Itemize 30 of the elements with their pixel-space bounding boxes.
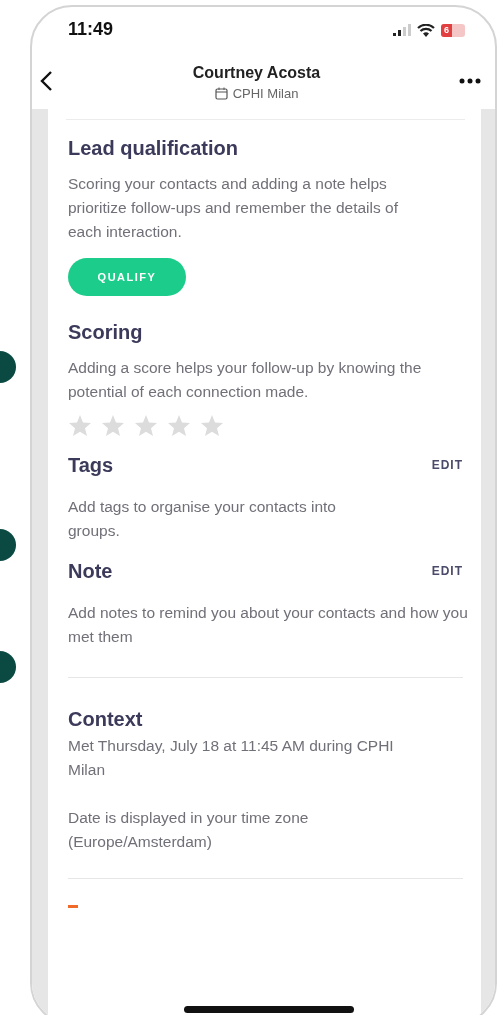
star-icon[interactable]	[101, 414, 125, 437]
signal-icon	[393, 24, 411, 36]
section-title: Lead qualification	[68, 136, 239, 160]
more-icon	[459, 78, 481, 84]
section-text: Scoring your contacts and adding a note helps prioritize follow-ups and remember the details of each interaction.	[68, 174, 398, 242]
star-icon[interactable]	[167, 414, 191, 437]
event-name: CPHI Milan	[232, 85, 299, 101]
status-time: 11:49	[68, 18, 114, 40]
section-title: Note	[68, 559, 113, 583]
edit-link[interactable]: EDIT	[431, 458, 463, 472]
section-title: Scoring	[68, 320, 143, 344]
section-note: Date is displayed in your time zone (Europe/Amsterdam)	[68, 808, 310, 852]
battery-icon: 6	[441, 23, 465, 37]
star-icon[interactable]	[200, 414, 224, 437]
more-button[interactable]	[459, 78, 481, 84]
section-text: Met Thursday, July 18 at 11:45 AM during CPHI Milan	[68, 736, 395, 780]
wifi-icon	[417, 23, 435, 37]
calendar-icon	[214, 86, 228, 100]
section-text: Add tags to organise your contacts into groups.	[68, 497, 337, 541]
back-button[interactable]	[40, 70, 54, 92]
star-icon[interactable]	[68, 414, 92, 437]
back-icon	[40, 70, 54, 92]
section-text: Adding a score helps your follow-up by knowing the potential of each connection made.	[68, 358, 423, 402]
star-rating[interactable]	[68, 414, 224, 437]
edit-link[interactable]: EDIT	[431, 564, 463, 578]
section-title: Context	[68, 707, 143, 731]
contact-name: Courtney Acosta	[192, 63, 321, 82]
star-icon[interactable]	[134, 414, 158, 437]
section-title: Tags	[68, 453, 114, 477]
section-text: Add notes to remind you about your contacts and how you met them	[68, 603, 468, 647]
